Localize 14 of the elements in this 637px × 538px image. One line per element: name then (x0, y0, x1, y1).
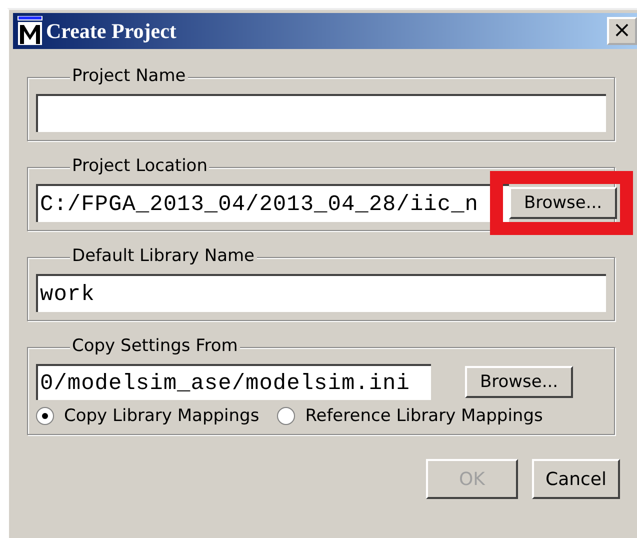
text-field[interactable] (36, 94, 606, 132)
browse-button[interactable]: Browse... (509, 187, 617, 219)
text-field[interactable]: 0/modelsim_ase/modelsim.ini (36, 364, 431, 400)
radio-icon[interactable] (277, 407, 296, 425)
window-title: Create Project (46, 18, 178, 44)
text-field[interactable]: C:/FPGA_2013_04/2013_04_28/iic_n (36, 184, 509, 222)
radio-option[interactable]: Reference Library Mappings (277, 406, 543, 426)
cancel-button[interactable]: Cancel (532, 459, 620, 499)
close-button[interactable]: × (607, 17, 637, 45)
browse-button[interactable]: Browse... (465, 366, 573, 398)
radio-icon[interactable] (36, 407, 54, 425)
radio-option[interactable]: Copy Library Mappings (36, 406, 260, 426)
text-field[interactable]: work (36, 274, 606, 312)
app-icon (17, 16, 43, 46)
